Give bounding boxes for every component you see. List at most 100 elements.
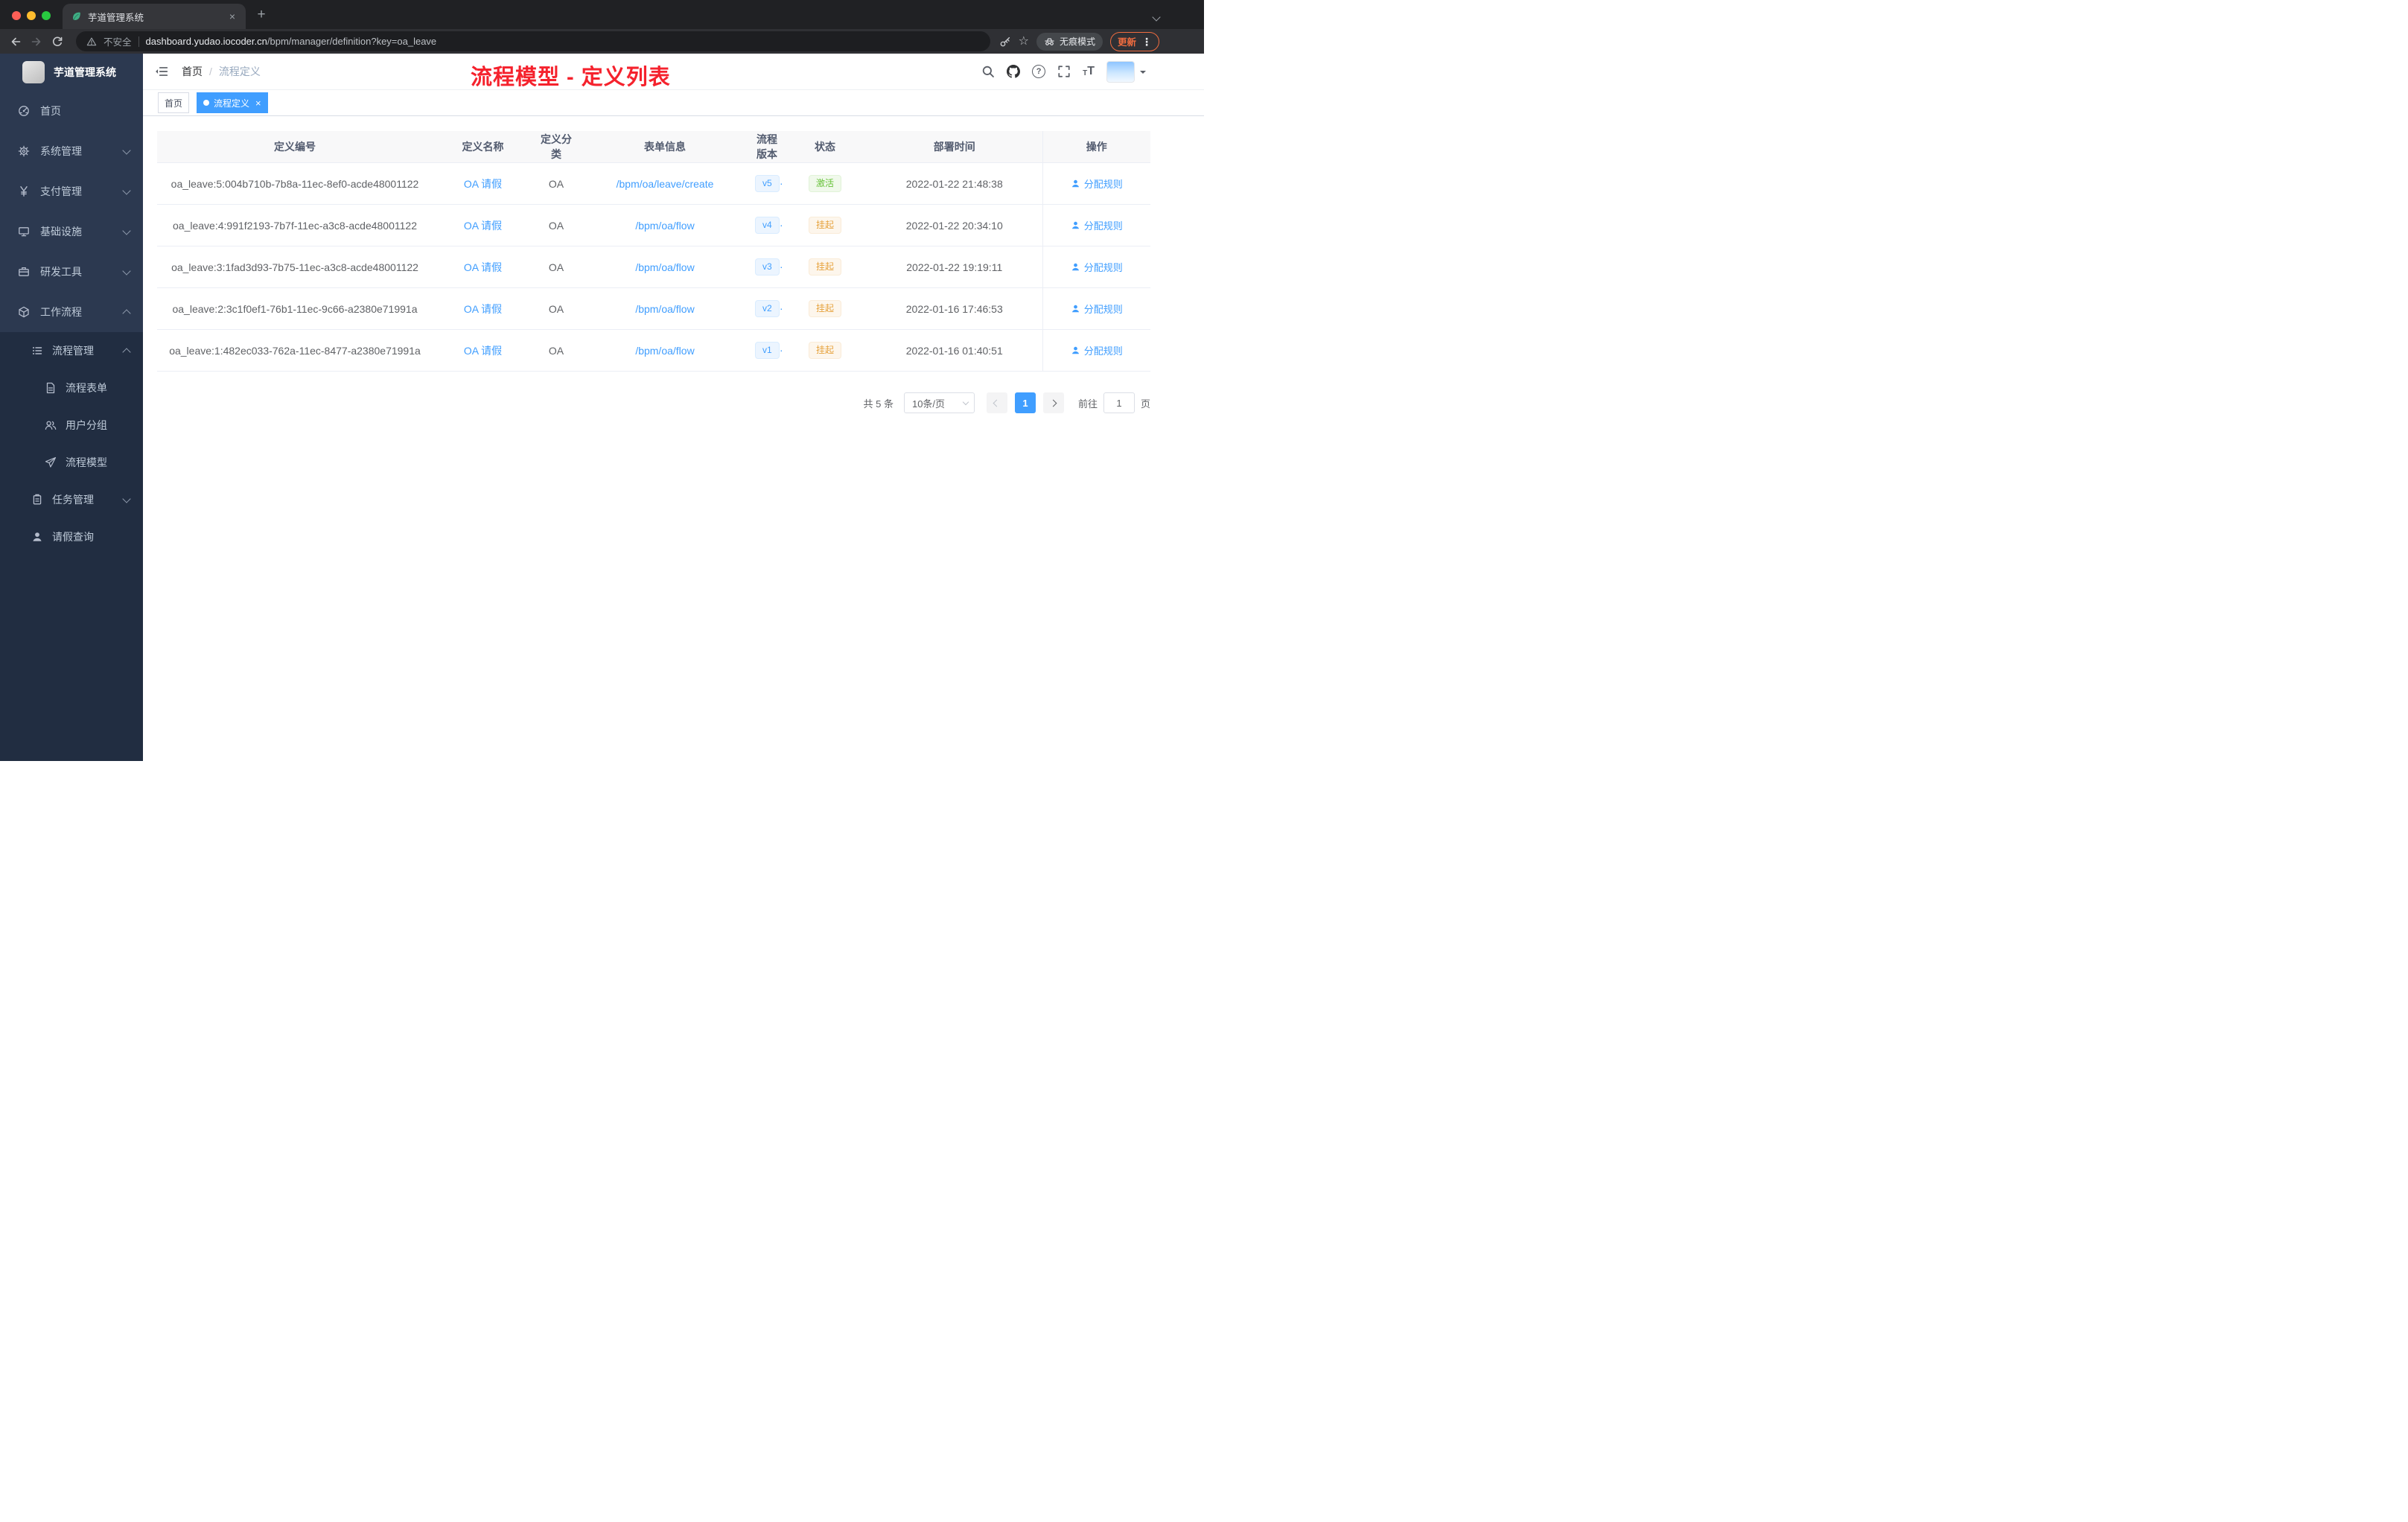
search-icon[interactable] bbox=[981, 65, 995, 78]
assign-rule-button[interactable]: 分配规则 bbox=[1071, 343, 1123, 357]
sidebar-item-label: 工作流程 bbox=[40, 306, 82, 318]
form-link[interactable]: /bpm/oa/flow bbox=[635, 261, 694, 273]
prev-page-button[interactable] bbox=[986, 392, 1007, 413]
minimize-window-button[interactable] bbox=[27, 11, 36, 20]
definition-name-link[interactable]: OA 请假 bbox=[464, 178, 502, 190]
sidebar-item-infra[interactable]: 基础设施 bbox=[0, 211, 143, 252]
assign-rule-label: 分配规则 bbox=[1083, 179, 1123, 190]
cell-deploy-time: 2022-01-22 20:34:10 bbox=[867, 204, 1042, 246]
cell-status: 挂起 bbox=[783, 204, 867, 246]
assign-rule-button[interactable]: 分配规则 bbox=[1071, 260, 1123, 274]
browser-tabstrip: 芋道管理系统 × + bbox=[0, 0, 1204, 29]
tag-home[interactable]: 首页 bbox=[158, 92, 190, 113]
main: 首页 / 流程定义 流程模型 - 定义列表 ? TT 首页 流程定义 × 定义编… bbox=[143, 54, 1204, 761]
refresh-button[interactable] bbox=[48, 32, 67, 51]
not-secure-warning-icon[interactable] bbox=[86, 36, 97, 47]
sidebar-logo[interactable]: 芋道管理系统 bbox=[0, 54, 143, 91]
font-size-icon[interactable]: TT bbox=[1083, 66, 1095, 78]
version-badge: v4 bbox=[755, 217, 780, 234]
browser-update-button[interactable]: 更新 ⋮ bbox=[1109, 31, 1159, 51]
yen-icon bbox=[18, 185, 30, 197]
browser-menu-kebab-icon[interactable]: ⋮ bbox=[1141, 36, 1152, 47]
tag-close-icon[interactable]: × bbox=[255, 98, 261, 108]
sidebar-item-process-form[interactable]: 流程表单 bbox=[0, 369, 143, 407]
breadcrumb-home[interactable]: 首页 bbox=[182, 64, 203, 79]
definition-name-link[interactable]: OA 请假 bbox=[464, 220, 502, 232]
forward-button[interactable] bbox=[27, 32, 46, 51]
sidebar-item-system[interactable]: 系统管理 bbox=[0, 131, 143, 171]
user-avatar-menu[interactable] bbox=[1106, 60, 1146, 83]
current-page-button[interactable]: 1 bbox=[1014, 392, 1036, 413]
definition-name-link[interactable]: OA 请假 bbox=[464, 303, 502, 315]
version-badge: v1 bbox=[755, 342, 780, 359]
next-page-button[interactable] bbox=[1042, 392, 1064, 413]
status-badge: 挂起 bbox=[808, 300, 841, 317]
sidebar-item-process-mgmt[interactable]: 流程管理 bbox=[0, 332, 143, 369]
address-bar[interactable]: 不安全 dashboard.yudao.iocoder.cn/bpm/manag… bbox=[76, 31, 990, 51]
assign-rule-label: 分配规则 bbox=[1083, 262, 1123, 273]
sidebar-item-leave-query[interactable]: 请假查询 bbox=[0, 518, 143, 555]
sidebar-item-devtools[interactable]: 研发工具 bbox=[0, 252, 143, 292]
bookmark-star-icon[interactable]: ☆ bbox=[1019, 35, 1029, 48]
chevron-up-icon bbox=[122, 309, 131, 318]
cell-version: v4 bbox=[751, 204, 783, 246]
cell-definition-id: oa_leave:4:991f2193-7b7f-11ec-a3c8-acde4… bbox=[157, 204, 433, 246]
definition-name-link[interactable]: OA 请假 bbox=[464, 345, 502, 357]
tab-close-icon[interactable]: × bbox=[226, 10, 238, 23]
definition-name-link[interactable]: OA 请假 bbox=[464, 261, 502, 273]
close-window-button[interactable] bbox=[12, 11, 21, 20]
avatar[interactable] bbox=[1106, 60, 1135, 83]
cell-definition-id: oa_leave:1:482ec033-762a-11ec-8477-a2380… bbox=[157, 329, 433, 372]
security-label[interactable]: 不安全 bbox=[103, 34, 132, 48]
help-icon[interactable]: ? bbox=[1032, 65, 1046, 78]
zoom-window-button[interactable] bbox=[42, 11, 51, 20]
password-key-icon[interactable] bbox=[999, 36, 1011, 48]
tag-process-definition[interactable]: 流程定义 × bbox=[197, 92, 268, 113]
table-row: oa_leave:4:991f2193-7b7f-11ec-a3c8-acde4… bbox=[157, 204, 1150, 246]
sidebar-item-task-mgmt[interactable]: 任务管理 bbox=[0, 481, 143, 518]
sidebar-collapse-button[interactable] bbox=[155, 65, 168, 78]
assign-rule-button[interactable]: 分配规则 bbox=[1071, 176, 1123, 191]
form-link[interactable]: /bpm/oa/flow bbox=[635, 303, 694, 315]
page-size-select[interactable]: 10条/页 bbox=[903, 392, 975, 413]
chevron-down-icon bbox=[122, 494, 131, 503]
sidebar-item-process-model[interactable]: 流程模型 bbox=[0, 444, 143, 481]
sidebar-item-workflow[interactable]: 工作流程 bbox=[0, 292, 143, 332]
tag-label: 首页 bbox=[165, 98, 183, 109]
chevron-down-icon bbox=[122, 266, 131, 276]
form-link[interactable]: /bpm/oa/flow bbox=[635, 220, 694, 232]
assign-rule-button[interactable]: 分配规则 bbox=[1071, 218, 1123, 232]
person-icon bbox=[1071, 220, 1080, 230]
chevron-up-icon bbox=[122, 348, 131, 357]
form-link[interactable]: /bpm/oa/leave/create bbox=[617, 178, 714, 190]
person-icon bbox=[31, 531, 43, 543]
cube-icon bbox=[18, 306, 30, 318]
sidebar-item-label: 基础设施 bbox=[40, 226, 82, 238]
fullscreen-icon[interactable] bbox=[1057, 65, 1071, 78]
sidebar-item-home[interactable]: 首页 bbox=[0, 91, 143, 131]
browser-tab[interactable]: 芋道管理系统 × bbox=[63, 4, 246, 29]
url-text[interactable]: dashboard.yudao.iocoder.cn/bpm/manager/d… bbox=[146, 36, 437, 47]
cell-actions: 分配规则 bbox=[1042, 162, 1150, 205]
cell-version: v1 bbox=[751, 329, 783, 372]
new-tab-button[interactable]: + bbox=[252, 5, 271, 25]
cell-form-info: /bpm/oa/flow bbox=[579, 329, 751, 372]
update-label: 更新 bbox=[1117, 37, 1136, 48]
goto-page-input[interactable] bbox=[1103, 392, 1135, 413]
assign-rule-button[interactable]: 分配规则 bbox=[1071, 302, 1123, 316]
github-icon[interactable] bbox=[1007, 65, 1020, 78]
chevron-right-icon bbox=[1050, 399, 1057, 407]
sidebar-item-label: 流程模型 bbox=[66, 456, 107, 468]
page-size-value: 10条/页 bbox=[911, 398, 946, 410]
sidebar-item-label: 系统管理 bbox=[40, 145, 82, 157]
form-link[interactable]: /bpm/oa/flow bbox=[635, 345, 694, 357]
monitor-icon bbox=[18, 226, 30, 238]
back-button[interactable] bbox=[6, 32, 25, 51]
toolbar-right: ☆ 无痕模式 更新 ⋮ bbox=[999, 31, 1159, 51]
tab-search-button[interactable] bbox=[1152, 13, 1161, 22]
sidebar-item-user-group[interactable]: 用户分组 bbox=[0, 407, 143, 444]
cell-status: 挂起 bbox=[783, 329, 867, 372]
sidebar-item-payment[interactable]: 支付管理 bbox=[0, 171, 143, 211]
url-path: /bpm/manager/definition?key=oa_leave bbox=[267, 36, 437, 47]
assign-rule-label: 分配规则 bbox=[1083, 346, 1123, 357]
